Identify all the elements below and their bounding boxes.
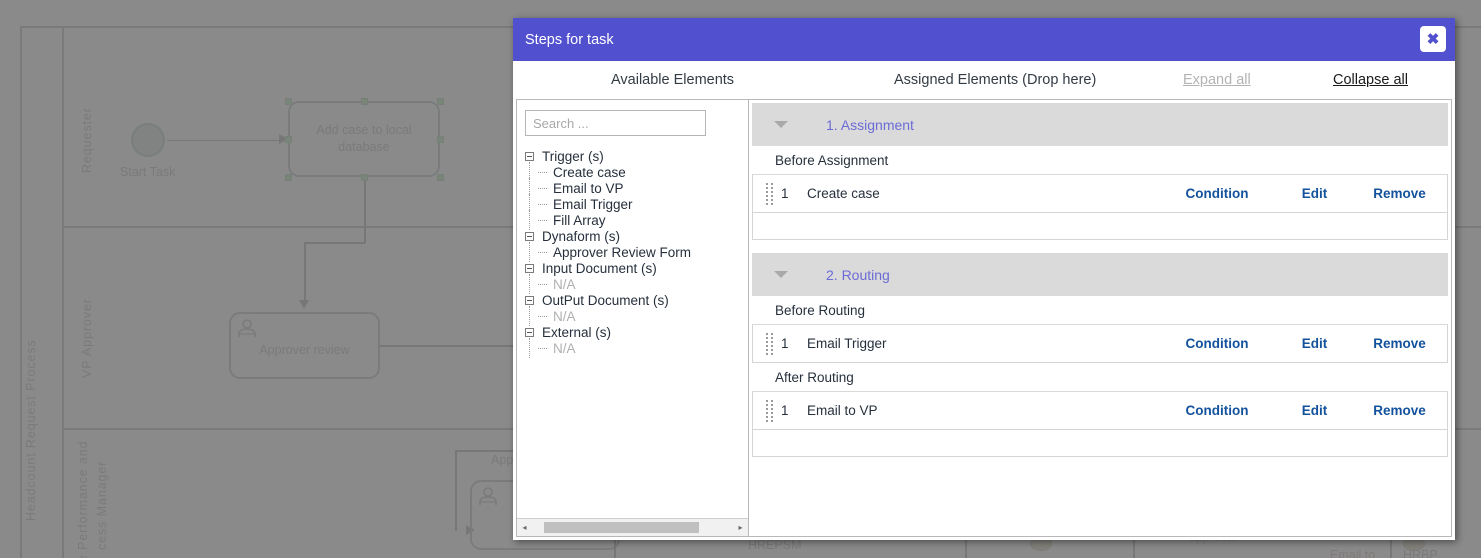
table-row[interactable]: 1 Email to VP Condition Edit Remove — [752, 392, 1448, 430]
expand-all-link[interactable]: Expand all — [1183, 72, 1251, 88]
section-dropzone-assignment[interactable] — [752, 213, 1448, 240]
condition-link[interactable]: Condition — [1157, 336, 1277, 351]
dialog-titlebar: Steps for task ✖ — [513, 18, 1455, 61]
subsection-label-after-routing: After Routing — [752, 363, 1448, 392]
elements-tree: Trigger (s) Create case Email to VP Emai… — [525, 148, 740, 358]
dialog-title: Steps for task — [525, 31, 614, 48]
tree-item-label: Email Trigger — [553, 196, 633, 212]
remove-link[interactable]: Remove — [1352, 403, 1447, 418]
tree-item-output-documents-empty: N/A — [525, 306, 740, 326]
tree-item-label: Fill Array — [553, 212, 606, 228]
tree-group-label: OutPut Document (s) — [542, 292, 669, 308]
scrollbar-track[interactable] — [532, 520, 733, 535]
tree-item-label: N/A — [553, 340, 576, 356]
tree-item-email-trigger[interactable]: Email Trigger — [525, 194, 740, 214]
section-header-assignment[interactable]: 1. Assignment — [752, 103, 1448, 146]
tree-item-create-case[interactable]: Create case — [525, 162, 740, 182]
edit-link[interactable]: Edit — [1277, 186, 1352, 201]
row-index: 1 — [781, 336, 789, 351]
tree-item-label: N/A — [553, 276, 576, 292]
chevron-down-icon[interactable] — [774, 271, 788, 278]
subsection-label-before-routing: Before Routing — [752, 296, 1448, 325]
row-element-name: Email to VP — [807, 403, 878, 418]
collapse-all-link[interactable]: Collapse all — [1333, 72, 1408, 88]
dialog-body: Trigger (s) Create case Email to VP Emai… — [513, 99, 1455, 540]
tree-group-label: Dynaform (s) — [542, 228, 621, 244]
assigned-elements-panel[interactable]: 1. Assignment Before Assignment 1 Create… — [749, 99, 1452, 537]
condition-link[interactable]: Condition — [1157, 186, 1277, 201]
tree-horizontal-scrollbar[interactable]: ◂ ▸ — [517, 518, 748, 536]
available-elements-panel: Trigger (s) Create case Email to VP Emai… — [516, 99, 749, 537]
screen: Headcount Request Process Requester VP A… — [0, 0, 1481, 558]
tree-item-label: N/A — [553, 308, 576, 324]
row-index: 1 — [781, 186, 789, 201]
remove-link[interactable]: Remove — [1352, 336, 1447, 351]
tree-item-email-to-vp[interactable]: Email to VP — [525, 178, 740, 198]
tree-item-fill-array[interactable]: Fill Array — [525, 210, 740, 230]
section-header-routing[interactable]: 2. Routing — [752, 253, 1448, 296]
tab-available-elements[interactable]: Available Elements — [611, 72, 734, 88]
collapse-toggle-icon[interactable] — [525, 327, 534, 337]
table-row[interactable]: 1 Email Trigger Condition Edit Remove — [752, 325, 1448, 363]
drag-handle-icon[interactable] — [766, 182, 776, 205]
row-element-name: Create case — [807, 186, 880, 201]
search-input[interactable] — [525, 110, 706, 136]
chevron-down-icon[interactable] — [774, 121, 788, 128]
tree-group-triggers[interactable]: Trigger (s) — [525, 148, 740, 164]
collapse-toggle-icon[interactable] — [525, 263, 534, 273]
tree-group-external[interactable]: External (s) — [525, 324, 740, 340]
section-title: 1. Assignment — [826, 116, 914, 133]
drag-handle-icon[interactable] — [766, 332, 776, 355]
section-dropzone-routing[interactable] — [752, 430, 1448, 457]
condition-link[interactable]: Condition — [1157, 403, 1277, 418]
scroll-right-arrow-icon[interactable]: ▸ — [733, 520, 748, 535]
collapse-toggle-icon[interactable] — [525, 295, 534, 305]
row-index: 1 — [781, 403, 789, 418]
edit-link[interactable]: Edit — [1277, 403, 1352, 418]
tree-item-label: Approver Review Form — [553, 244, 692, 260]
tree-item-label: Create case — [553, 164, 626, 180]
subsection-label-before-assignment: Before Assignment — [752, 146, 1448, 175]
collapse-toggle-icon[interactable] — [525, 231, 534, 241]
tree-group-label: External (s) — [542, 324, 612, 340]
drag-handle-icon[interactable] — [766, 399, 776, 422]
tree-group-output-documents[interactable]: OutPut Document (s) — [525, 292, 740, 308]
collapse-toggle-icon[interactable] — [525, 151, 534, 161]
available-elements-scroll-area: Trigger (s) Create case Email to VP Emai… — [517, 100, 748, 518]
tree-group-label: Trigger (s) — [542, 148, 604, 164]
close-icon[interactable]: ✖ — [1420, 26, 1446, 52]
tree-item-approver-review-form[interactable]: Approver Review Form — [525, 242, 740, 262]
row-element-name: Email Trigger — [807, 336, 887, 351]
tab-assigned-elements[interactable]: Assigned Elements (Drop here) — [894, 72, 1096, 88]
remove-link[interactable]: Remove — [1352, 186, 1447, 201]
section-title: 2. Routing — [826, 266, 890, 283]
scroll-left-arrow-icon[interactable]: ◂ — [517, 520, 532, 535]
scrollbar-thumb[interactable] — [544, 522, 699, 533]
edit-link[interactable]: Edit — [1277, 336, 1352, 351]
dialog-toolbar: Available Elements Assigned Elements (Dr… — [513, 61, 1455, 99]
table-row[interactable]: 1 Create case Condition Edit Remove — [752, 175, 1448, 213]
steps-for-task-dialog: Steps for task ✖ Available Elements Assi… — [513, 18, 1455, 540]
tree-item-label: Email to VP — [553, 180, 624, 196]
tree-item-external-empty: N/A — [525, 338, 740, 358]
tree-item-input-documents-empty: N/A — [525, 274, 740, 294]
tree-group-input-documents[interactable]: Input Document (s) — [525, 260, 740, 276]
tree-group-label: Input Document (s) — [542, 260, 657, 276]
tree-group-dynaforms[interactable]: Dynaform (s) — [525, 228, 740, 244]
